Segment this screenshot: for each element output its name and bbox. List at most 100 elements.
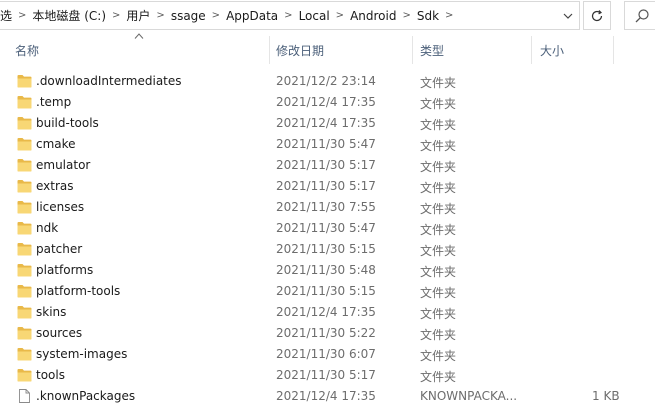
file-type: 文件夹 [420, 139, 457, 153]
folder-icon [17, 326, 32, 340]
file-name: platforms [36, 263, 94, 277]
folder-icon [17, 179, 32, 193]
file-date: 2021/11/30 5:47 [276, 221, 376, 235]
column-header-size[interactable]: 大小 [540, 42, 564, 59]
file-name: sources [36, 326, 83, 340]
file-type: 文件夹 [420, 118, 457, 132]
folder-icon [17, 221, 32, 235]
file-type: 文件夹 [420, 244, 457, 258]
file-date: 2021/11/30 5:22 [276, 326, 376, 340]
column-header: 名称 修改日期 类型 大小 [0, 34, 655, 64]
file-row[interactable]: cmake 2021/11/30 5:47 文件夹 [0, 134, 655, 155]
file-name: build-tools [36, 116, 99, 130]
file-name: ndk [36, 221, 59, 235]
file-row[interactable]: platform-tools 2021/11/30 5:15 文件夹 [0, 281, 655, 302]
file-date: 2021/11/30 5:17 [276, 158, 376, 172]
column-header-date[interactable]: 修改日期 [276, 42, 324, 59]
folder-icon [17, 158, 32, 172]
folder-icon [17, 137, 32, 151]
column-header-type[interactable]: 类型 [420, 42, 444, 59]
file-date: 2021/11/30 5:15 [276, 284, 376, 298]
breadcrumb-item[interactable]: Local [296, 9, 333, 23]
file-name: skins [36, 305, 67, 319]
folder-icon [17, 116, 32, 130]
file-row[interactable]: sources 2021/11/30 5:22 文件夹 [0, 323, 655, 344]
folder-icon [17, 263, 32, 277]
file-type: 文件夹 [420, 370, 457, 384]
file-row[interactable]: patcher 2021/11/30 5:15 文件夹 [0, 239, 655, 260]
file-row[interactable]: licenses 2021/11/30 7:55 文件夹 [0, 197, 655, 218]
folder-icon [17, 242, 32, 256]
file-date: 2021/11/30 7:55 [276, 200, 376, 214]
file-date: 2021/11/30 5:47 [276, 137, 376, 151]
file-row[interactable]: platforms 2021/11/30 5:48 文件夹 [0, 260, 655, 281]
chevron-right-icon[interactable]: > [399, 10, 413, 21]
column-divider[interactable] [269, 36, 270, 64]
breadcrumb-item[interactable]: 用户 [123, 7, 153, 24]
file-name: patcher [36, 242, 83, 256]
file-name: .knownPackages [36, 389, 136, 403]
file-type: 文件夹 [420, 349, 457, 363]
column-divider[interactable] [412, 36, 413, 64]
file-name: .temp [36, 95, 72, 109]
address-history-button[interactable] [555, 1, 580, 30]
file-type: 文件夹 [420, 265, 457, 279]
file-date: 2021/11/30 5:17 [276, 179, 376, 193]
folder-icon [17, 74, 32, 88]
chevron-right-icon[interactable]: > [153, 10, 167, 21]
file-row[interactable]: tools 2021/11/30 5:17 文件夹 [0, 365, 655, 386]
folder-icon [17, 368, 32, 382]
breadcrumb-item[interactable]: 选 [0, 7, 15, 24]
breadcrumb-item[interactable]: AppData [223, 9, 281, 23]
file-row[interactable]: extras 2021/11/30 5:17 文件夹 [0, 176, 655, 197]
breadcrumb-item[interactable]: Android [347, 9, 399, 23]
file-icon [17, 389, 32, 403]
chevron-right-icon[interactable]: > [15, 10, 29, 21]
chevron-right-icon[interactable]: > [281, 10, 295, 21]
file-name: system-images [36, 347, 128, 361]
search-icon [635, 9, 649, 23]
file-row[interactable]: ndk 2021/11/30 5:47 文件夹 [0, 218, 655, 239]
folder-icon [17, 200, 32, 214]
column-divider[interactable] [531, 36, 532, 64]
search-input[interactable] [624, 1, 655, 30]
breadcrumb-item[interactable]: Sdk [414, 9, 442, 23]
file-name: cmake [36, 137, 76, 151]
breadcrumb[interactable]: 选 > 本地磁盘 (C:) > 用户 > ssage > AppData > L… [0, 1, 580, 30]
file-type: 文件夹 [420, 307, 457, 321]
file-date: 2021/12/4 17:35 [276, 389, 376, 403]
file-type: KNOWNPACKA... [420, 389, 518, 403]
file-type: 文件夹 [420, 202, 457, 216]
file-row[interactable]: emulator 2021/11/30 5:17 文件夹 [0, 155, 655, 176]
file-type: 文件夹 [420, 160, 457, 174]
file-name: emulator [36, 158, 91, 172]
chevron-right-icon[interactable]: > [109, 10, 123, 21]
file-name: .downloadIntermediates [36, 74, 182, 88]
file-row[interactable]: .knownPackages 2021/12/4 17:35 KNOWNPACKA.… [0, 386, 655, 407]
file-row[interactable]: system-images 2021/11/30 6:07 文件夹 [0, 344, 655, 365]
file-date: 2021/12/4 17:35 [276, 95, 376, 109]
file-size: 1 KB [592, 389, 620, 403]
file-date: 2021/11/30 5:15 [276, 242, 376, 256]
folder-icon [17, 95, 32, 109]
column-divider[interactable] [613, 36, 614, 64]
chevron-right-icon[interactable]: > [209, 10, 223, 21]
file-list: .downloadIntermediates 2021/12/2 23:14 文件夹… [0, 71, 655, 407]
file-row[interactable]: skins 2021/12/4 17:35 文件夹 [0, 302, 655, 323]
file-type: 文件夹 [420, 286, 457, 300]
file-name: platform-tools [36, 284, 121, 298]
chevron-right-icon[interactable]: > [333, 10, 347, 21]
column-header-name[interactable]: 名称 [15, 42, 39, 59]
breadcrumb-item[interactable]: ssage [168, 9, 209, 23]
refresh-button[interactable] [583, 1, 611, 30]
chevron-right-icon[interactable]: > [442, 10, 456, 21]
file-type: 文件夹 [420, 223, 457, 237]
file-row[interactable]: build-tools 2021/12/4 17:35 文件夹 [0, 113, 655, 134]
file-date: 2021/12/2 23:14 [276, 74, 376, 88]
folder-icon [17, 305, 32, 319]
file-date: 2021/11/30 5:17 [276, 368, 376, 382]
file-row[interactable]: .temp 2021/12/4 17:35 文件夹 [0, 92, 655, 113]
file-row[interactable]: .downloadIntermediates 2021/12/2 23:14 文件夹 [0, 71, 655, 92]
file-type: 文件夹 [420, 76, 457, 90]
breadcrumb-item[interactable]: 本地磁盘 (C:) [29, 7, 109, 24]
